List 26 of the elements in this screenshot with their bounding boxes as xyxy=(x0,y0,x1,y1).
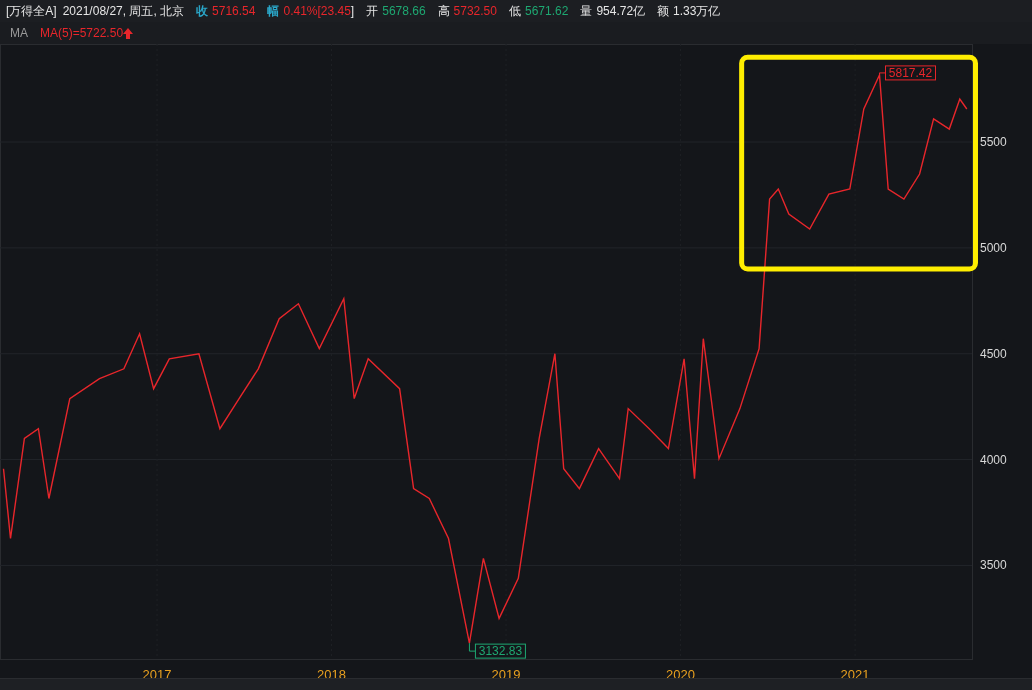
y-axis-label: 5000 xyxy=(980,240,1007,255)
field-value: 5732.50 xyxy=(453,4,497,18)
field-value: 1.33万亿 xyxy=(673,2,721,20)
max-price-label: 5817.42 xyxy=(879,65,936,81)
field-label: 收 xyxy=(196,2,209,20)
field-label: 高 xyxy=(437,2,450,20)
field-value: 5671.62 xyxy=(525,4,569,18)
quote-date: 2021/08/27, 周五, 北京 xyxy=(62,2,185,20)
field-value: 5678.66 xyxy=(382,4,426,18)
min-price-label: 3132.83 xyxy=(468,642,526,659)
y-axis-label: 3500 xyxy=(980,558,1007,573)
indicator-value: MA(5)=5722.50 xyxy=(40,26,124,40)
field-value: 954.72亿 xyxy=(596,2,646,20)
field-label: 幅 xyxy=(267,2,280,20)
indicator-name: MA xyxy=(10,26,28,40)
field-label: 开 xyxy=(366,2,379,20)
y-axis-label: 5500 xyxy=(980,135,1007,149)
y-axis-label: 4000 xyxy=(980,452,1007,467)
field-value: 0.41%[23.45 xyxy=(283,4,351,18)
y-axis-label: 4500 xyxy=(980,346,1007,361)
bracket: ] xyxy=(350,4,355,18)
field-value: 5716.54 xyxy=(212,4,256,18)
index-name: [万得全A] xyxy=(6,2,57,20)
field-label: 额 xyxy=(657,2,670,20)
field-label: 低 xyxy=(509,2,521,20)
field-label: 量 xyxy=(580,2,593,20)
